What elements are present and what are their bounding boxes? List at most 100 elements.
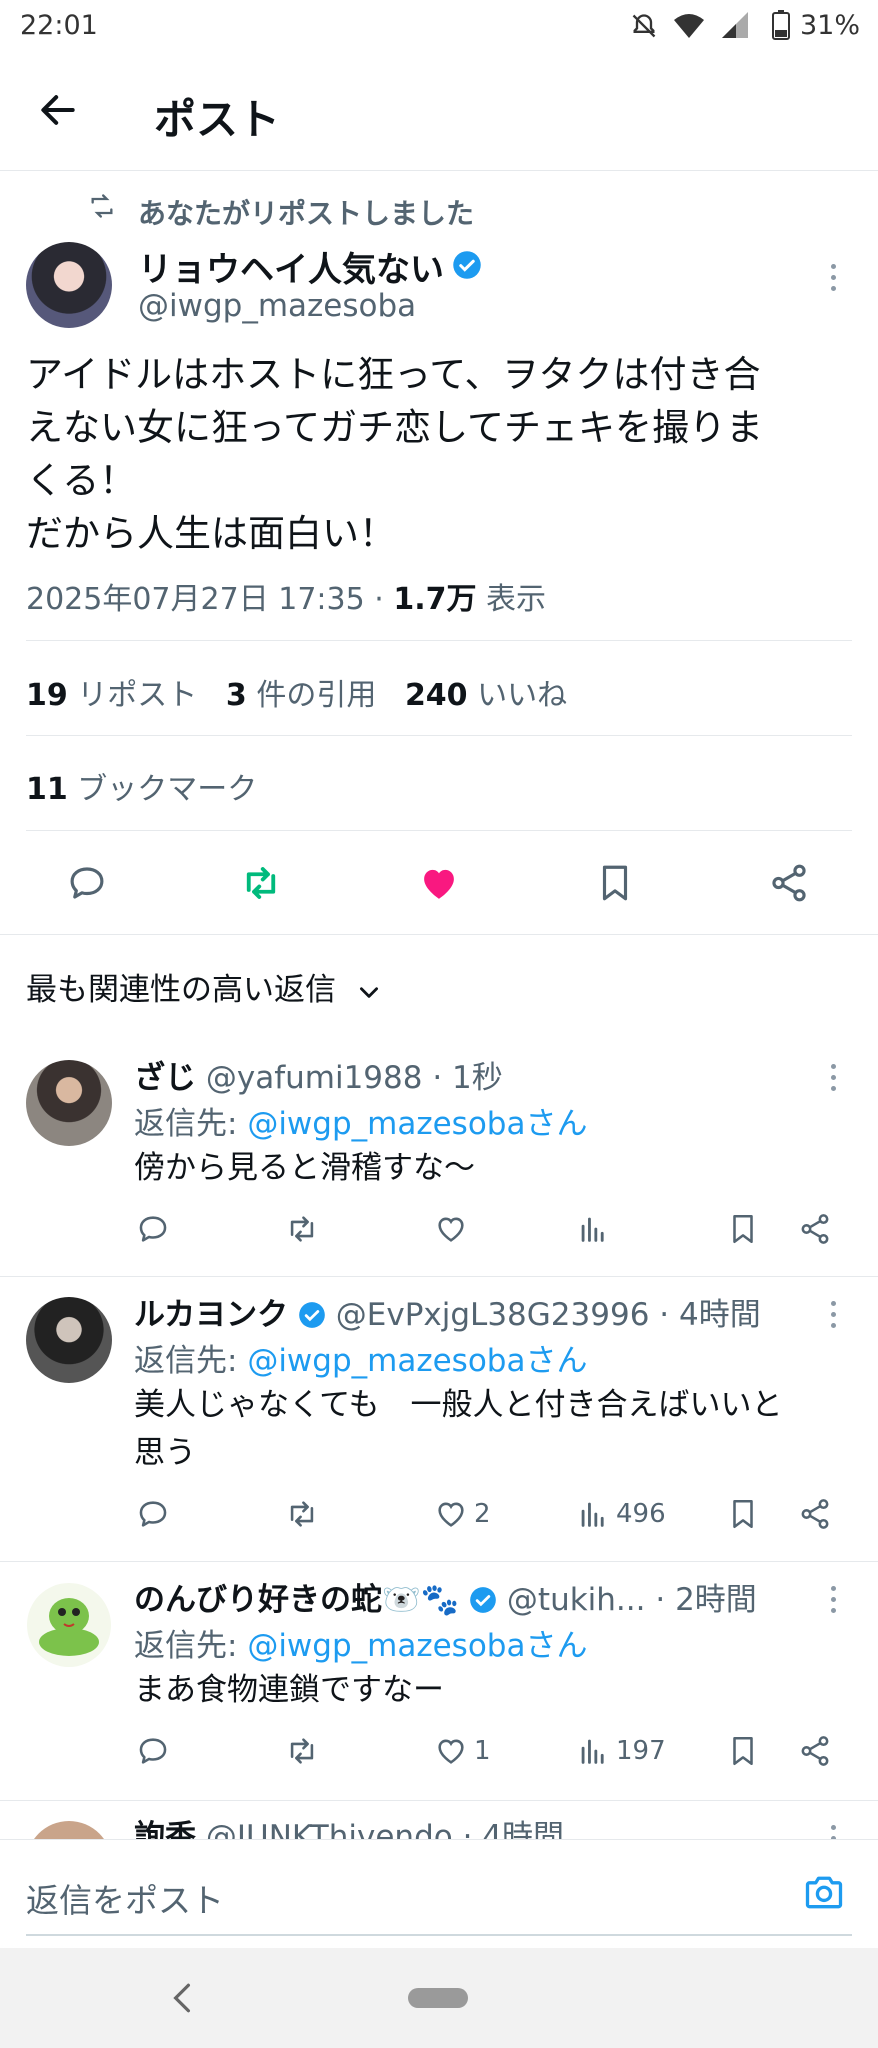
status-bar: 22:01 31% bbox=[0, 0, 878, 56]
post-meta: 2025年07月27日 17:35 · 1.7万 表示 bbox=[26, 574, 546, 618]
reply-author-name[interactable]: ルカヨンク bbox=[134, 1297, 288, 1333]
reply-item[interactable]: ルカヨンク @EvPxjgL38G23996 · 4時間 返信先: @iwgp_… bbox=[0, 1277, 878, 1561]
reply-time: · 1秒 bbox=[432, 1060, 503, 1096]
reply-to-link[interactable]: @iwgp_mazesobaさん bbox=[247, 1628, 587, 1664]
like-icon[interactable] bbox=[434, 1734, 468, 1768]
bookmarks-stat[interactable]: 11 ブックマーク bbox=[26, 764, 257, 808]
divider bbox=[26, 735, 852, 736]
likes-count: 240 bbox=[404, 678, 468, 713]
more-options-icon[interactable] bbox=[831, 1301, 839, 1334]
reply-to-prefix: 返信先: bbox=[134, 1343, 248, 1379]
repost-icon[interactable] bbox=[285, 1734, 319, 1768]
reposts-stat[interactable]: 19 リポスト bbox=[26, 678, 197, 713]
reply-icon[interactable] bbox=[136, 1734, 170, 1768]
repost-icon[interactable] bbox=[240, 862, 282, 904]
reply-author-handle[interactable]: @yafumi1988 bbox=[206, 1060, 423, 1096]
back-arrow-icon[interactable] bbox=[36, 88, 80, 132]
reply-icon[interactable] bbox=[136, 1497, 170, 1531]
bookmark-icon[interactable] bbox=[726, 1734, 760, 1768]
share-icon[interactable] bbox=[798, 1212, 832, 1246]
quotes-label: 件の引用 bbox=[256, 678, 377, 713]
share-icon[interactable] bbox=[798, 1734, 832, 1768]
camera-icon[interactable] bbox=[802, 1870, 846, 1914]
reply-to-prefix: 返信先: bbox=[134, 1628, 248, 1664]
post-text: アイドルはホストに狂って、ヲタクは付き合 えない女に狂ってガチ恋してチェキを撮り… bbox=[26, 348, 856, 560]
reply-avatar[interactable] bbox=[26, 1582, 112, 1668]
post-text-line: えない女に狂ってガチ恋してチェキを撮りま bbox=[26, 406, 764, 449]
views-count: 1.7万 bbox=[393, 582, 477, 617]
reply-avatar[interactable] bbox=[26, 1297, 112, 1383]
reposts-count: 19 bbox=[26, 678, 68, 713]
reply-text-line: 美人じゃなくても 一般人と付き合えばいいと bbox=[134, 1387, 783, 1423]
reply-time: · 4時間 bbox=[462, 1819, 565, 1839]
replies-sort-dropdown[interactable]: 最も関連性の高い返信 bbox=[26, 964, 382, 1009]
status-time: 22:01 bbox=[20, 10, 98, 41]
like-count: 1 bbox=[474, 1736, 491, 1766]
repost-icon[interactable] bbox=[285, 1497, 319, 1531]
views-icon[interactable] bbox=[576, 1212, 610, 1246]
reply-to-prefix: 返信先: bbox=[134, 1106, 248, 1142]
views-icon[interactable] bbox=[576, 1734, 610, 1768]
repost-icon[interactable] bbox=[285, 1212, 319, 1246]
nav-back-icon[interactable] bbox=[168, 1982, 196, 2014]
replies-sort-label: 最も関連性の高い返信 bbox=[26, 972, 336, 1008]
bookmark-icon[interactable] bbox=[726, 1497, 760, 1531]
repost-note: あなたがリポストしました bbox=[138, 197, 475, 230]
quotes-count: 3 bbox=[225, 678, 247, 713]
reply-avatar[interactable] bbox=[26, 1821, 112, 1839]
post-text-line: アイドルはホストに狂って、ヲタクは付き合 bbox=[26, 353, 761, 396]
battery-icon bbox=[772, 10, 790, 40]
verified-badge-icon bbox=[469, 1586, 497, 1614]
author-avatar[interactable] bbox=[26, 242, 112, 328]
post-text-line: くる！ bbox=[26, 459, 137, 502]
reply-time: · 4時間 bbox=[659, 1297, 761, 1333]
reply-icon[interactable] bbox=[66, 862, 108, 904]
system-nav-bar bbox=[0, 1948, 878, 2048]
share-icon[interactable] bbox=[768, 862, 810, 904]
reply-item[interactable]: 詢香 @JUNKThivendo · 4時間 bbox=[0, 1801, 878, 1839]
wifi-icon bbox=[672, 10, 706, 40]
reply-composer: 返信をポスト bbox=[0, 1839, 878, 1948]
reply-icon[interactable] bbox=[136, 1212, 170, 1246]
reply-author-handle[interactable]: @tukih... bbox=[507, 1582, 646, 1618]
more-options-icon[interactable] bbox=[831, 1064, 839, 1097]
reply-author-name[interactable]: のんびり好きの蛇🐻‍❄️🐾 bbox=[134, 1582, 459, 1618]
author-handle[interactable]: @iwgp_mazesoba bbox=[138, 288, 416, 324]
author-name[interactable]: リョウヘイ人気ない bbox=[138, 242, 444, 291]
more-options-icon[interactable] bbox=[831, 264, 839, 297]
composer-underline bbox=[26, 1934, 852, 1936]
repost-indicator-icon bbox=[88, 192, 116, 220]
bookmark-icon[interactable] bbox=[594, 862, 636, 904]
like-icon[interactable] bbox=[434, 1212, 468, 1246]
likes-label: いいね bbox=[477, 678, 568, 713]
reply-input[interactable]: 返信をポスト bbox=[26, 1874, 224, 1922]
reply-author-handle[interactable]: @JUNKThivendo bbox=[206, 1819, 453, 1839]
reply-author-name[interactable]: ざじ bbox=[134, 1060, 196, 1096]
reply-avatar[interactable] bbox=[26, 1060, 112, 1146]
reply-item[interactable]: ざじ @yafumi1988 · 1秒 返信先: @iwgp_mazesobaさ… bbox=[0, 1040, 878, 1276]
nav-home-pill[interactable] bbox=[408, 1988, 468, 2008]
share-icon[interactable] bbox=[798, 1497, 832, 1531]
reply-author-handle[interactable]: @EvPxjgL38G23996 bbox=[336, 1297, 650, 1333]
battery-percent: 31% bbox=[800, 10, 861, 41]
reply-to-link[interactable]: @iwgp_mazesobaさん bbox=[247, 1106, 587, 1142]
verified-badge-icon bbox=[298, 1301, 326, 1329]
bookmark-icon[interactable] bbox=[726, 1212, 760, 1246]
more-options-icon[interactable] bbox=[831, 1825, 839, 1839]
quotes-stat[interactable]: 3 件の引用 bbox=[226, 678, 376, 713]
likes-stat[interactable]: 240 いいね bbox=[405, 678, 567, 713]
like-icon[interactable] bbox=[434, 1497, 468, 1531]
like-icon[interactable] bbox=[418, 862, 460, 904]
views-count: 496 bbox=[616, 1499, 666, 1529]
divider bbox=[0, 170, 878, 171]
reply-to-link[interactable]: @iwgp_mazesobaさん bbox=[247, 1343, 587, 1379]
signal-icon bbox=[720, 10, 750, 40]
views-icon[interactable] bbox=[576, 1497, 610, 1531]
reply-author-name[interactable]: 詢香 bbox=[134, 1819, 196, 1839]
post-text-line: だから人生は面白い！ bbox=[26, 512, 396, 555]
page-title: ポスト bbox=[154, 95, 281, 144]
more-options-icon[interactable] bbox=[831, 1586, 839, 1619]
divider bbox=[26, 830, 852, 831]
reply-item[interactable]: のんびり好きの蛇🐻‍❄️🐾 @tukih... · 2時間 返信先: @iwgp… bbox=[0, 1562, 878, 1798]
reposts-label: リポスト bbox=[77, 678, 198, 713]
